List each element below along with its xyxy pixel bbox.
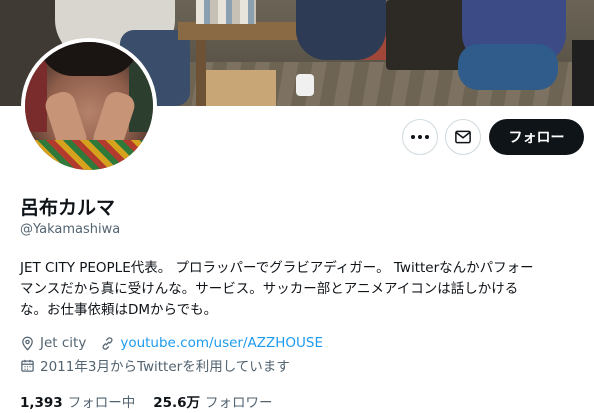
banner-box	[206, 70, 276, 106]
join-date-text: 2011年3月からTwitterを利用しています	[40, 359, 290, 375]
location: Jet city	[20, 335, 86, 351]
envelope-icon	[455, 130, 471, 144]
followers-count: 25.6万	[153, 395, 201, 411]
banner-bottles	[196, 0, 256, 24]
banner-table-leg	[196, 40, 206, 106]
banner-person	[296, 0, 386, 60]
join-date: 2011年3月からTwitterを利用しています	[20, 355, 290, 375]
followers-stat[interactable]: 25.6万 フォロワー	[153, 391, 272, 411]
avatar-hair	[39, 42, 139, 76]
followers-label: フォロワー	[205, 395, 273, 411]
following-count: 1,393	[20, 395, 63, 411]
website-link[interactable]: youtube.com/user/AZZHOUSE	[120, 335, 323, 351]
profile-meta: Jet city youtube.com/user/AZZHOUSE 2011年…	[20, 333, 337, 377]
avatar-bg-left	[25, 52, 47, 132]
message-button[interactable]	[445, 119, 481, 155]
follow-stats: 1,393 フォロー中 25.6万 フォロワー	[20, 391, 273, 411]
calendar-icon	[21, 359, 34, 372]
location-text: Jet city	[40, 335, 87, 351]
more-horizontal-icon	[411, 135, 429, 139]
banner-shoe	[296, 74, 314, 96]
website[interactable]: youtube.com/user/AZZHOUSE	[100, 335, 323, 351]
avatar-shirt	[25, 140, 153, 170]
display-name: 呂布カルマ	[20, 197, 116, 219]
follow-button[interactable]: フォロー	[489, 119, 584, 155]
location-pin-icon	[22, 336, 33, 351]
following-label: フォロー中	[67, 395, 136, 411]
banner-person-legs	[458, 44, 558, 90]
profile-bio: JET CITY PEOPLE代表。 プロラッパーでグラビアディガー。 Twit…	[20, 258, 585, 321]
link-icon	[102, 336, 113, 350]
bio-line: マンスだから真に受けんな。サービス。サッカー部とアニメアイコンは話しかける	[20, 281, 519, 297]
banner-table	[178, 22, 303, 40]
bio-line: な。お仕事依頼はDMからでも。	[20, 302, 218, 318]
avatar-photo	[25, 42, 153, 170]
user-handle: @Yakamashiwa	[20, 222, 121, 237]
more-button[interactable]	[402, 119, 438, 155]
avatar[interactable]	[21, 38, 157, 174]
banner-camera	[572, 40, 594, 106]
bio-line: JET CITY PEOPLE代表。 プロラッパーでグラビアディガー。 Twit…	[20, 260, 534, 276]
following-stat[interactable]: 1,393 フォロー中	[20, 391, 135, 411]
avatar-bg-right	[129, 62, 153, 132]
